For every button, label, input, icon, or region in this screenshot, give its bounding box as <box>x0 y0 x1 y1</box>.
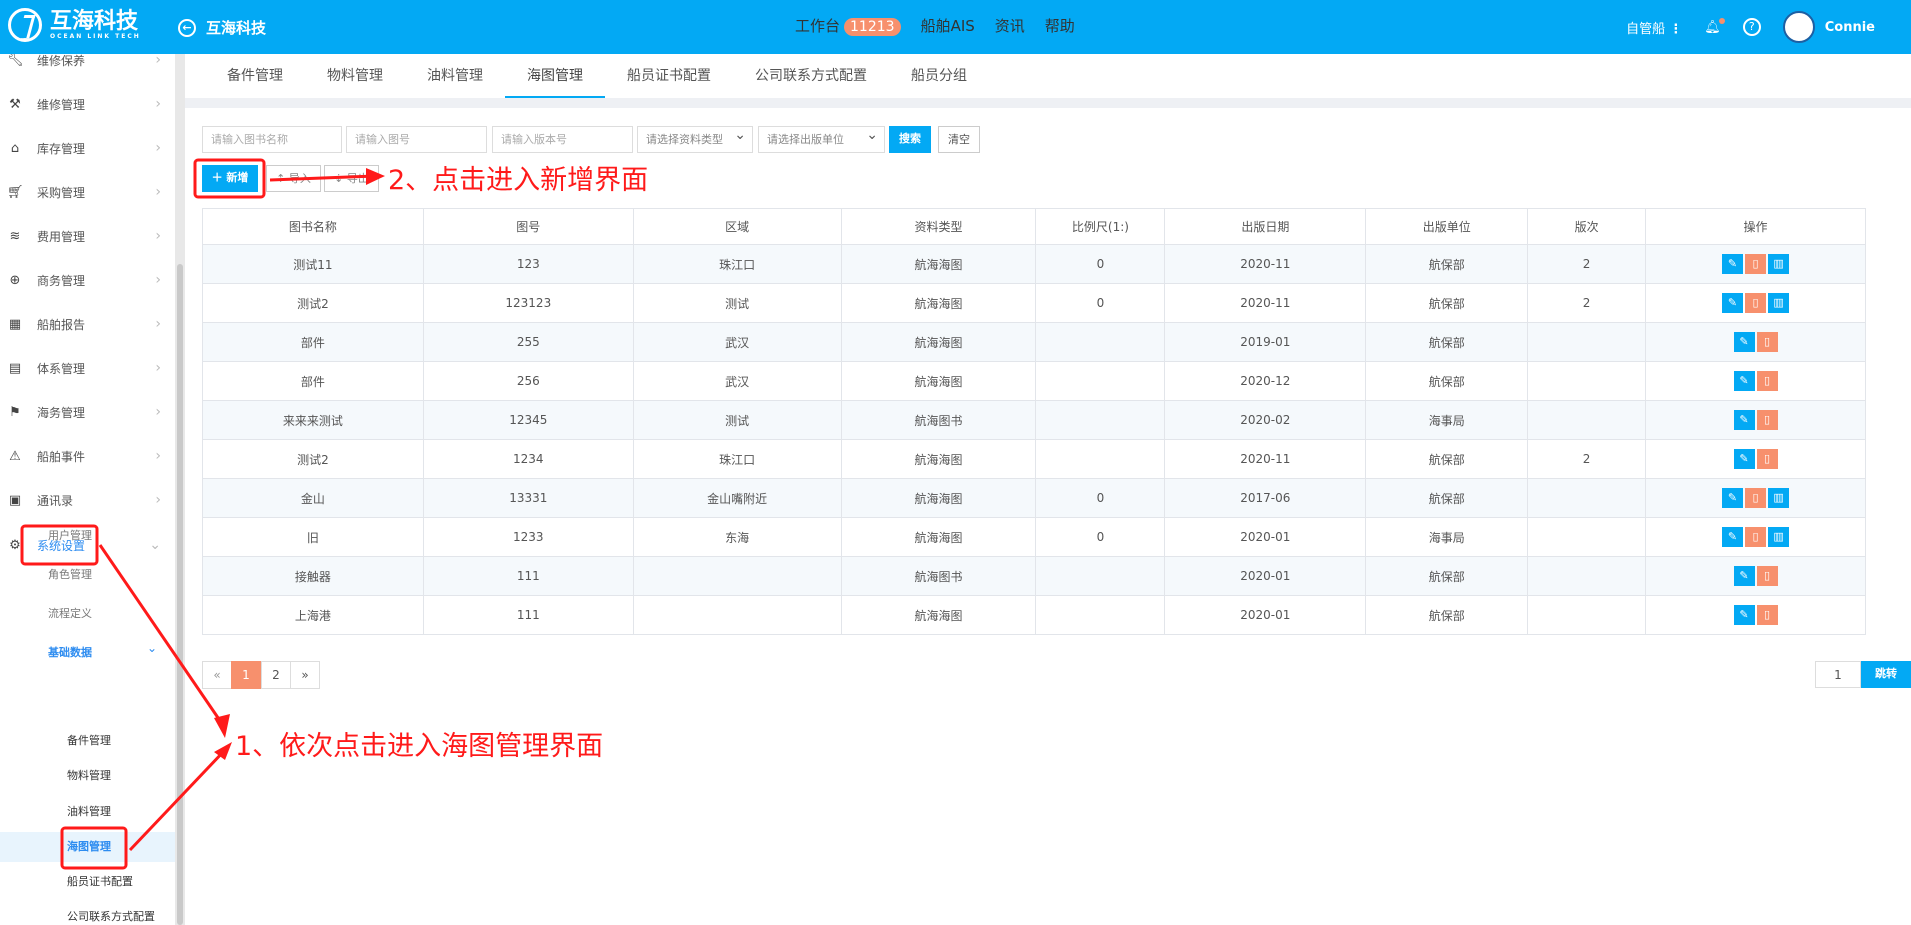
annotation-step2: 2、点击进入新增界面 <box>388 165 649 196</box>
annotation-overlay <box>20 158 385 870</box>
annotation-arrow-1a <box>98 544 227 729</box>
annotation-arrow-2 <box>269 174 376 182</box>
annotation-box-add <box>193 158 266 199</box>
annotation-box-system-settings <box>20 524 99 566</box>
annotation-arrow-1b <box>128 748 227 852</box>
annotation-box-chart-management <box>60 826 128 870</box>
annotation-step1: 1、依次点击进入海图管理界面 <box>235 731 604 762</box>
